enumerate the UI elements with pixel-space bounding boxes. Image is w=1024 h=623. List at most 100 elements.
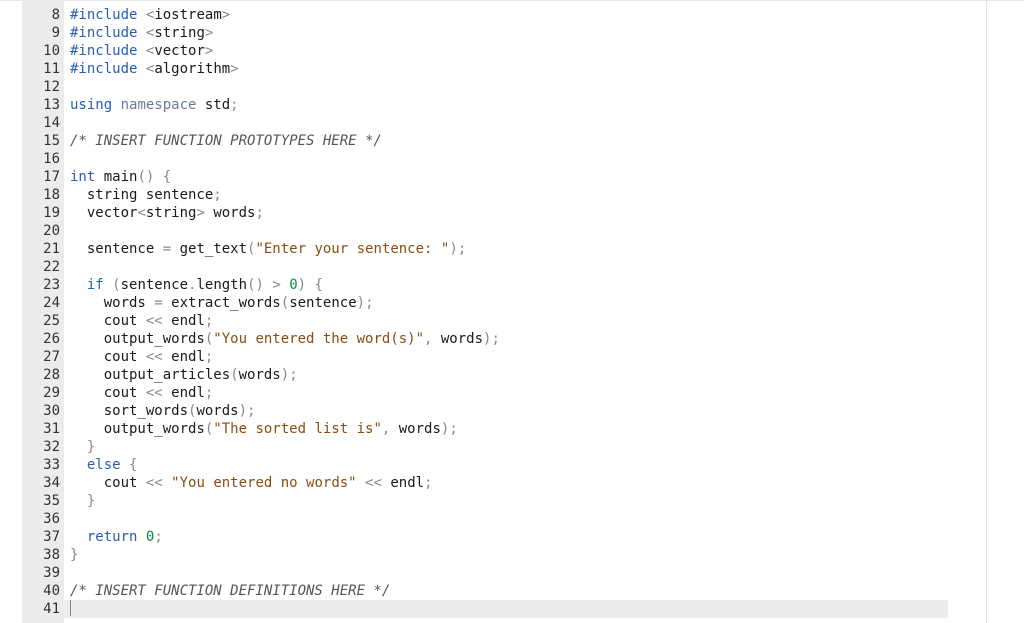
code-text[interactable]: using namespace std; [70,96,239,114]
line-number: 28 [43,367,60,383]
line-number: 26 [43,331,60,347]
code-line[interactable]: 23 if (sentence.length() > 0) { [0,276,1024,294]
code-text[interactable]: output_words("You entered the word(s)", … [70,330,500,348]
code-line[interactable]: 38} [0,546,1024,564]
code-text[interactable]: cout << "You entered no words" << endl; [70,474,433,492]
line-number: 21 [43,241,60,257]
line-number: 19 [43,205,60,221]
code-line[interactable]: 30 sort_words(words); [0,402,1024,420]
line-number: 24 [43,295,60,311]
line-number: 15 [43,133,60,149]
code-line[interactable]: 18 string sentence; [0,186,1024,204]
code-line[interactable]: 15 /* INSERT FUNCTION PROTOTYPES HERE */ [0,132,1024,150]
code-text[interactable]: cout << endl; [70,312,214,330]
code-text[interactable]: return 0; [70,528,163,546]
code-line[interactable]: 27 cout << endl; [0,348,1024,366]
code-line[interactable]: 9 #include <string> [0,24,1024,42]
code-line[interactable]: 33 else { [0,456,1024,474]
code-line[interactable]: 10 #include <vector> [0,42,1024,60]
line-number: 30 [43,403,60,419]
code-line[interactable]: 19 vector<string> words; [0,204,1024,222]
code-line[interactable]: 24 words = extract_words(sentence); [0,294,1024,312]
code-text[interactable]: if (sentence.length() > 0) { [70,276,323,294]
line-number: 16 [43,151,60,167]
code-text[interactable]: output_words("The sorted list is", words… [70,420,458,438]
editor-top-border [0,0,1024,1]
line-number: 35 [43,493,60,509]
line-number: 37 [43,529,60,545]
code-line[interactable]: 40 /* INSERT FUNCTION DEFINITIONS HERE */ [0,582,1024,600]
line-number: 40 [43,583,60,599]
line-number: 22 [43,259,60,275]
code-text[interactable]: else { [70,456,138,474]
code-line[interactable]: 41 [0,600,1024,618]
code-line[interactable]: 26 output_words("You entered the word(s)… [0,330,1024,348]
code-line[interactable]: 22 [0,258,1024,276]
code-text[interactable]: } [70,546,78,564]
code-line[interactable]: 34 cout << "You entered no words" << end… [0,474,1024,492]
code-text[interactable]: #include <iostream> [70,6,230,24]
line-number: 14 [43,115,60,131]
code-line[interactable]: 36 [0,510,1024,528]
code-text[interactable]: /* INSERT FUNCTION PROTOTYPES HERE */ [70,132,382,150]
code-text[interactable]: words = extract_words(sentence); [70,294,374,312]
code-line[interactable]: 14 [0,114,1024,132]
line-number: 17 [43,169,60,185]
line-number: 39 [43,565,60,581]
line-number: 34 [43,475,60,491]
line-number: 29 [43,385,60,401]
line-number: 36 [43,511,60,527]
line-number: 33 [43,457,60,473]
code-text[interactable]: #include <vector> [70,42,213,60]
line-number: 41 [43,601,60,617]
code-line[interactable]: 13 using namespace std; [0,96,1024,114]
code-line[interactable]: 39 [0,564,1024,582]
code-area[interactable]: 8 #include <iostream> 9 #include <string> 10… [0,6,1024,618]
code-text[interactable]: string sentence; [70,186,222,204]
line-number: 38 [43,547,60,563]
line-number: 9 [51,25,60,41]
line-number: 31 [43,421,60,437]
code-text[interactable]: cout << endl; [70,348,214,366]
code-text[interactable]: int main() { [70,168,171,186]
code-line[interactable]: 29 cout << endl; [0,384,1024,402]
code-text[interactable]: #include <string> [70,24,213,42]
code-line[interactable]: 31 output_words("The sorted list is", wo… [0,420,1024,438]
code-line[interactable]: 11 #include <algorithm> [0,60,1024,78]
line-number: 27 [43,349,60,365]
active-line-highlight [64,600,948,618]
code-text[interactable]: cout << endl; [70,384,214,402]
line-number: 13 [43,97,60,113]
code-text[interactable]: } [70,492,95,510]
code-text[interactable]: } [70,438,95,456]
code-line[interactable]: 16 [0,150,1024,168]
code-line[interactable]: 21 sentence = get_text("Enter your sente… [0,240,1024,258]
line-number: 25 [43,313,60,329]
code-text[interactable]: /* INSERT FUNCTION DEFINITIONS HERE */ [70,582,390,600]
line-number: 10 [43,43,60,59]
code-text[interactable]: sentence = get_text("Enter your sentence… [70,240,466,258]
code-text[interactable]: sort_words(words); [70,402,256,420]
code-text[interactable]: vector<string> words; [70,204,264,222]
code-text[interactable]: #include <algorithm> [70,60,239,78]
code-line[interactable]: 17 int main() { [0,168,1024,186]
code-line[interactable]: 28 output_articles(words); [0,366,1024,384]
line-number: 20 [43,223,60,239]
line-number: 23 [43,277,60,293]
code-line[interactable]: 25 cout << endl; [0,312,1024,330]
code-editor[interactable]: 8 #include <iostream> 9 #include <string> 10… [0,0,1024,623]
code-line[interactable]: 37 return 0; [0,528,1024,546]
text-cursor [70,600,71,616]
code-line[interactable]: 32 } [0,438,1024,456]
code-line[interactable]: 12 [0,78,1024,96]
line-number: 18 [43,187,60,203]
code-line[interactable]: 35 } [0,492,1024,510]
code-line[interactable]: 8 #include <iostream> [0,6,1024,24]
code-text[interactable] [70,600,71,618]
line-number: 32 [43,439,60,455]
line-number: 11 [43,61,60,77]
line-number: 8 [51,7,60,23]
code-line[interactable]: 20 [0,222,1024,240]
line-number: 12 [43,79,60,95]
code-text[interactable]: output_articles(words); [70,366,298,384]
